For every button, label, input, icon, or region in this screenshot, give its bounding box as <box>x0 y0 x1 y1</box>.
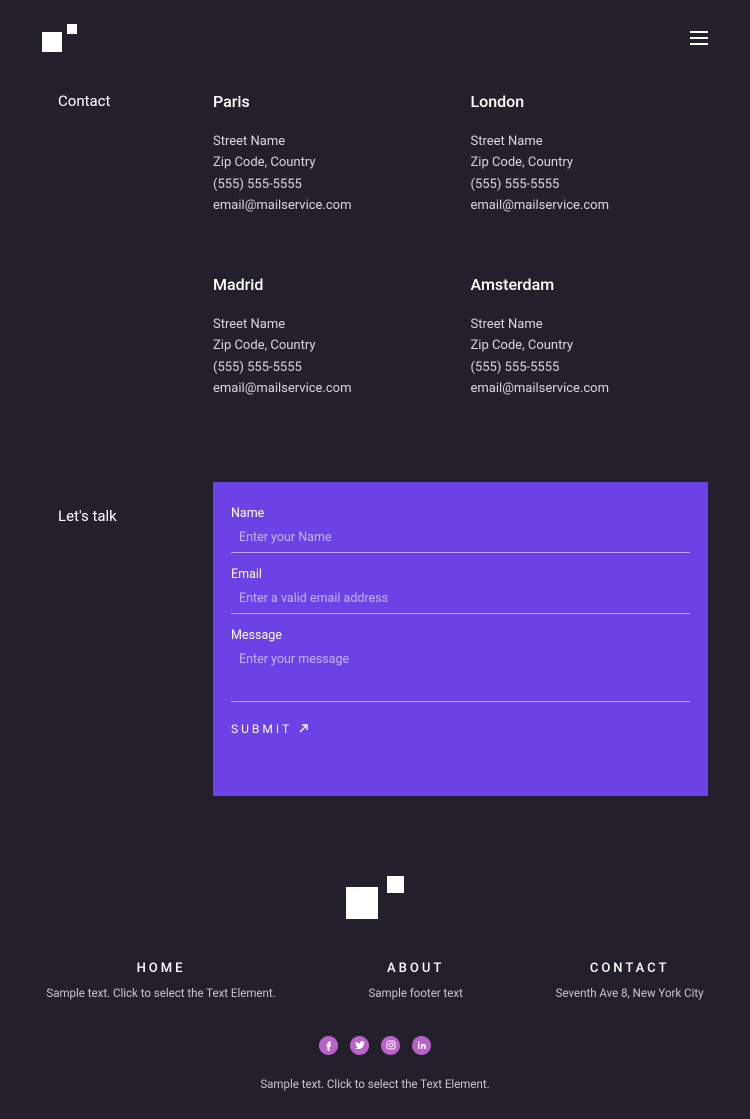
phone: (555) 555-5555 <box>471 357 709 378</box>
name-input[interactable] <box>231 525 690 553</box>
contact-heading: Contact <box>58 92 213 400</box>
location-paris: Paris Street Name Zip Code, Country (555… <box>213 92 451 217</box>
contact-form: Name Email Message SUBMIT <box>213 482 708 796</box>
footer-col-home: HOME Sample text. Click to select the Te… <box>46 961 275 1000</box>
footer-col-contact: CONTACT Seventh Ave 8, New York City <box>556 961 704 1000</box>
footer-title[interactable]: ABOUT <box>368 961 462 976</box>
footer-copy: Sample text. Click to select the Text El… <box>0 1077 750 1119</box>
email-label: Email <box>231 567 690 582</box>
email: email@mailservice.com <box>471 195 709 216</box>
twitter-link[interactable] <box>350 1036 369 1055</box>
twitter-icon <box>355 1041 365 1049</box>
street: Street Name <box>471 314 709 335</box>
email: email@mailservice.com <box>471 378 709 399</box>
hamburger-icon <box>690 31 708 45</box>
location-amsterdam: Amsterdam Street Name Zip Code, Country … <box>471 275 709 400</box>
city-name: London <box>471 92 709 111</box>
street: Street Name <box>213 314 451 335</box>
email: email@mailservice.com <box>213 195 451 216</box>
message-input[interactable] <box>231 647 690 702</box>
footer-text: Sample text. Click to select the Text El… <box>46 986 275 1000</box>
footer-title[interactable]: CONTACT <box>556 961 704 976</box>
location-madrid: Madrid Street Name Zip Code, Country (55… <box>213 275 451 400</box>
footer-col-about: ABOUT Sample footer text <box>368 961 462 1000</box>
location-london: London Street Name Zip Code, Country (55… <box>471 92 709 217</box>
email: email@mailservice.com <box>213 378 451 399</box>
logo[interactable] <box>42 24 77 52</box>
city-name: Madrid <box>213 275 451 294</box>
phone: (555) 555-5555 <box>213 357 451 378</box>
lets-talk-heading: Let's talk <box>58 482 213 796</box>
city-name: Paris <box>213 92 451 111</box>
street: Street Name <box>213 131 451 152</box>
footer-logo[interactable] <box>346 876 404 919</box>
zip: Zip Code, Country <box>471 152 709 173</box>
phone: (555) 555-5555 <box>471 174 709 195</box>
instagram-link[interactable] <box>381 1036 400 1055</box>
email-input[interactable] <box>231 586 690 614</box>
message-label: Message <box>231 628 690 643</box>
zip: Zip Code, Country <box>471 335 709 356</box>
footer-title[interactable]: HOME <box>46 961 275 976</box>
facebook-icon <box>325 1040 332 1051</box>
zip: Zip Code, Country <box>213 152 451 173</box>
name-label: Name <box>231 506 690 521</box>
footer-text: Sample footer text <box>368 986 462 1000</box>
linkedin-icon <box>417 1041 426 1050</box>
instagram-icon <box>386 1040 396 1050</box>
submit-label: SUBMIT <box>231 722 292 736</box>
footer-text: Seventh Ave 8, New York City <box>556 986 704 1000</box>
arrow-up-right-icon <box>298 723 309 734</box>
phone: (555) 555-5555 <box>213 174 451 195</box>
street: Street Name <box>471 131 709 152</box>
menu-button[interactable] <box>690 31 708 45</box>
city-name: Amsterdam <box>471 275 709 294</box>
submit-button[interactable]: SUBMIT <box>231 722 309 736</box>
facebook-link[interactable] <box>319 1036 338 1055</box>
linkedin-link[interactable] <box>412 1036 431 1055</box>
zip: Zip Code, Country <box>213 335 451 356</box>
